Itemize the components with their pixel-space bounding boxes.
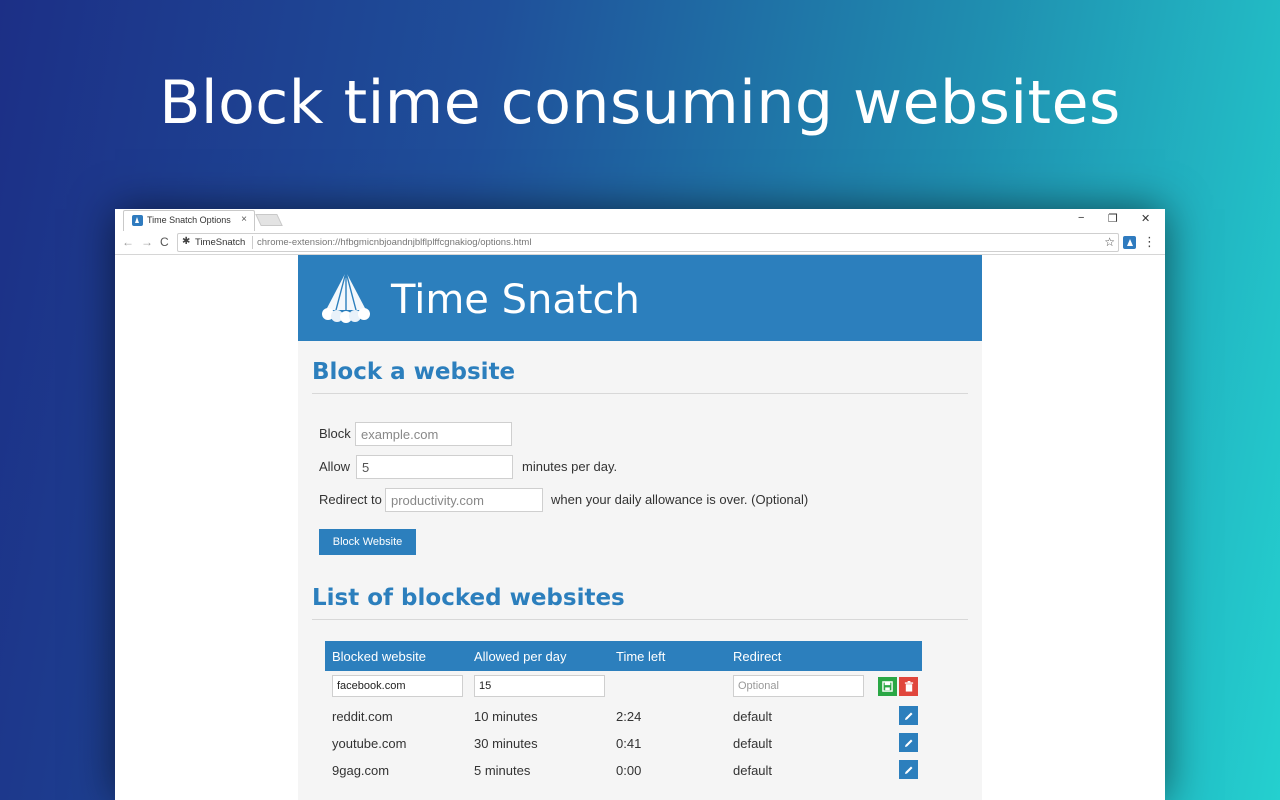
omnibox-divider — [252, 236, 253, 249]
address-bar[interactable]: ✱ TimeSnatch chrome-extension://hfbgmicn… — [177, 233, 1119, 252]
section-divider — [312, 619, 968, 620]
redirect-label: Redirect to — [319, 492, 382, 507]
timesnatch-favicon-icon — [132, 215, 143, 226]
tab-close-icon[interactable]: × — [241, 214, 247, 225]
url-text[interactable]: chrome-extension://hfbgmicnbjoandnjblflp… — [257, 237, 531, 248]
table-row: reddit.com 10 minutes 2:24 default — [325, 702, 922, 729]
time-left-cell: 0:41 — [616, 736, 642, 751]
allow-minutes-input[interactable] — [356, 455, 513, 479]
redirect-cell: default — [733, 763, 773, 778]
close-window-button[interactable]: ✕ — [1141, 212, 1150, 225]
minimize-button[interactable]: − — [1078, 212, 1084, 224]
save-button[interactable] — [878, 677, 897, 696]
allowed-cell: 10 minutes — [474, 709, 538, 724]
column-header: Blocked website — [332, 649, 426, 664]
column-header: Allowed per day — [474, 649, 567, 664]
block-website-button[interactable]: Block Website — [319, 529, 416, 555]
options-page: Time Snatch Block a website Block Allow … — [298, 255, 982, 800]
column-header: Redirect — [733, 649, 782, 664]
table-header: Blocked website Allowed per day Time lef… — [325, 641, 922, 671]
pencil-icon — [904, 766, 912, 774]
edit-button[interactable] — [899, 760, 918, 779]
allowed-cell: 5 minutes — [474, 763, 531, 778]
puzzle-icon: ✱ — [182, 236, 191, 247]
block-section-title: Block a website — [312, 359, 516, 385]
edit-redirect-input[interactable] — [733, 675, 864, 697]
timesnatch-extension-icon[interactable] — [1123, 236, 1136, 249]
browser-tab[interactable]: Time Snatch Options × — [123, 210, 255, 231]
blocked-sites-table: Blocked website Allowed per day Time lef… — [325, 641, 922, 783]
trash-icon — [904, 681, 913, 692]
tab-title: Time Snatch Options — [147, 215, 231, 225]
extension-name: TimeSnatch — [195, 237, 246, 248]
list-section-title: List of blocked websites — [312, 585, 625, 611]
site-cell: youtube.com — [332, 736, 407, 751]
pencil-icon — [904, 712, 912, 720]
time-left-cell: 2:24 — [616, 709, 642, 724]
allow-suffix: minutes per day. — [522, 459, 618, 474]
headline: Block time consuming websites — [159, 68, 1121, 138]
back-icon[interactable]: ← — [122, 235, 134, 249]
browser-window: Time Snatch Options × − ❐ ✕ ← → C ✱ Time… — [115, 209, 1165, 800]
save-icon — [882, 681, 893, 692]
app-title: Time Snatch — [391, 277, 640, 323]
table-row: 9gag.com 5 minutes 0:00 default — [325, 756, 922, 783]
browser-toolbar: ← → C ✱ TimeSnatch chrome-extension://hf… — [115, 231, 1165, 255]
edit-button[interactable] — [899, 706, 918, 725]
site-cell: reddit.com — [332, 709, 393, 724]
new-tab-button[interactable] — [255, 214, 283, 226]
block-site-input[interactable] — [355, 422, 512, 446]
delete-button[interactable] — [899, 677, 918, 696]
site-cell: 9gag.com — [332, 763, 390, 778]
block-label: Block — [319, 426, 351, 441]
redirect-cell: default — [733, 736, 773, 751]
redirect-input[interactable] — [385, 488, 543, 512]
forward-icon[interactable]: → — [141, 235, 153, 249]
section-divider — [312, 393, 968, 394]
app-banner: Time Snatch — [298, 255, 982, 341]
time-snatch-logo-icon — [322, 271, 370, 323]
title-bar: Time Snatch Options × − ❐ ✕ — [115, 209, 1165, 231]
edit-button[interactable] — [899, 733, 918, 752]
reload-icon[interactable]: C — [160, 235, 169, 249]
allow-label: Allow — [319, 459, 351, 474]
table-row: youtube.com 30 minutes 0:41 default — [325, 729, 922, 756]
time-left-cell: 0:00 — [616, 763, 642, 778]
redirect-suffix: when your daily allowance is over. (Opti… — [551, 492, 809, 507]
redirect-cell: default — [733, 709, 773, 724]
edit-site-input[interactable] — [332, 675, 463, 697]
bookmark-star-icon[interactable]: ☆ — [1104, 235, 1115, 249]
edit-allowed-input[interactable] — [474, 675, 605, 697]
column-header: Time left — [616, 649, 666, 664]
pencil-icon — [904, 739, 912, 747]
restore-button[interactable]: ❐ — [1108, 212, 1118, 225]
table-row-editing — [325, 671, 922, 702]
browser-menu-icon[interactable]: ⋮ — [1143, 234, 1156, 250]
allowed-cell: 30 minutes — [474, 736, 538, 751]
